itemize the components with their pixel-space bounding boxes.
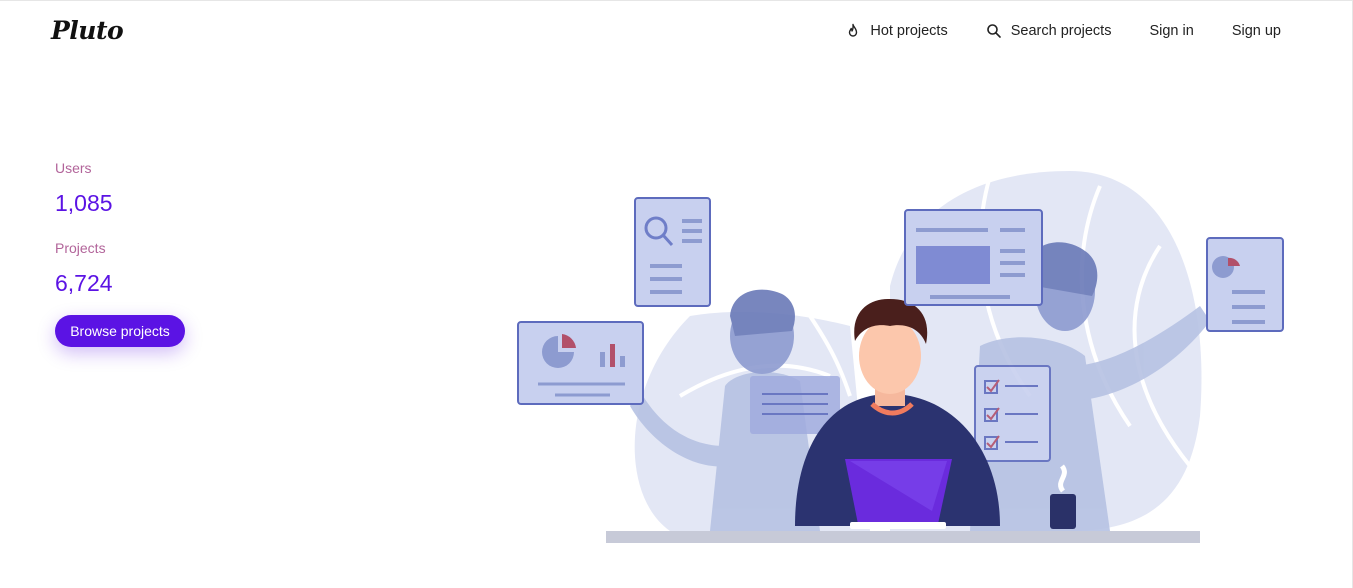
logo[interactable]: Pluto xyxy=(51,16,124,45)
search-icon xyxy=(986,23,1002,39)
card-dashboard xyxy=(904,209,1043,306)
hero-illustration xyxy=(517,171,1284,543)
projects-count: 6,724 xyxy=(55,270,113,296)
desk xyxy=(606,531,1200,543)
nav-hot-projects[interactable]: Hot projects xyxy=(845,23,948,39)
nav-hot-projects-label: Hot projects xyxy=(870,23,948,39)
users-label: Users xyxy=(55,160,92,176)
nav-sign-in[interactable]: Sign in xyxy=(1149,23,1193,39)
page: Pluto Hot projects Search projects Sign … xyxy=(0,0,1353,588)
card-analytics xyxy=(517,321,644,405)
projects-label: Projects xyxy=(55,240,106,256)
nav-sign-up[interactable]: Sign up xyxy=(1232,23,1281,39)
card-search xyxy=(634,197,711,307)
nav-search-projects[interactable]: Search projects xyxy=(986,23,1112,39)
card-profile xyxy=(1206,237,1284,332)
top-nav: Hot projects Search projects Sign in Sig… xyxy=(845,23,1281,39)
stats-panel: Users 1,085 Projects 6,724 xyxy=(55,160,113,297)
flame-icon xyxy=(845,23,861,39)
users-stat: Users 1,085 xyxy=(55,160,113,217)
projects-stat: Projects 6,724 xyxy=(55,240,113,297)
browse-projects-button[interactable]: Browse projects xyxy=(55,315,185,347)
nav-search-projects-label: Search projects xyxy=(1010,23,1112,39)
users-count: 1,085 xyxy=(55,190,113,216)
